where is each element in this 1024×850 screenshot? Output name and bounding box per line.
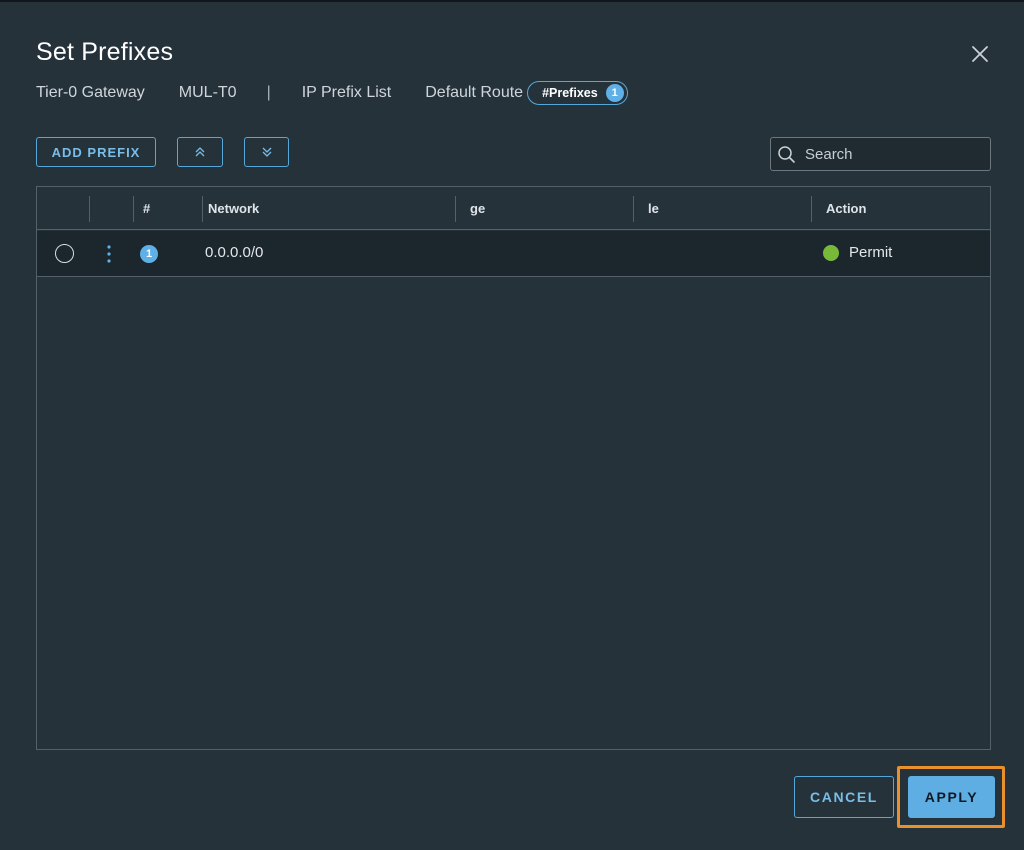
- table-row[interactable]: 1 0.0.0.0/0 Permit: [37, 231, 990, 277]
- double-chevron-up-icon: [195, 147, 205, 157]
- row-number-badge: 1: [140, 245, 158, 263]
- column-header-network[interactable]: Network: [208, 187, 259, 230]
- apply-button[interactable]: APPLY: [908, 776, 995, 818]
- search-icon: [778, 146, 795, 163]
- add-prefix-button[interactable]: ADD PREFIX: [36, 137, 156, 167]
- dialog-title: Set Prefixes: [36, 38, 174, 66]
- move-up-button[interactable]: [177, 137, 223, 167]
- gateway-name: MUL-T0: [178, 84, 237, 101]
- column-divider: [133, 196, 134, 222]
- close-icon[interactable]: [966, 40, 994, 68]
- row-network: 0.0.0.0/0: [205, 244, 264, 261]
- double-chevron-down-icon: [262, 147, 271, 157]
- column-divider: [455, 196, 456, 222]
- table-header: # Network ge le Action: [37, 187, 990, 230]
- column-header-number[interactable]: #: [143, 187, 150, 230]
- permit-status-icon: [823, 244, 839, 261]
- move-down-button[interactable]: [244, 137, 289, 167]
- gateway-label: Tier-0 Gateway: [36, 84, 145, 101]
- column-divider: [89, 196, 90, 222]
- column-header-le[interactable]: le: [648, 187, 659, 230]
- more-options-icon[interactable]: [101, 242, 117, 266]
- prefix-table: # Network ge le Action 1 0.0.0.0/0 Permi…: [36, 186, 991, 750]
- breadcrumb: Tier-0 Gateway MUL-T0 | IP Prefix List D…: [36, 81, 628, 105]
- column-divider: [202, 196, 203, 222]
- breadcrumb-separator: |: [266, 84, 271, 101]
- search-box[interactable]: [770, 137, 991, 171]
- cancel-button[interactable]: CANCEL: [794, 776, 894, 818]
- prefixes-badge-count: 1: [605, 84, 624, 102]
- prefix-list-name: Default Route: [425, 84, 524, 101]
- column-divider: [811, 196, 812, 222]
- prefix-list-label: IP Prefix List: [301, 84, 392, 101]
- prefixes-count-badge: #Prefixes 1: [527, 81, 628, 105]
- row-select-radio[interactable]: [55, 244, 74, 263]
- set-prefixes-dialog: Set Prefixes Tier-0 Gateway MUL-T0 | IP …: [0, 0, 1024, 850]
- column-divider: [633, 196, 634, 222]
- column-header-ge[interactable]: ge: [470, 187, 485, 230]
- row-action-label: Permit: [849, 244, 893, 261]
- prefixes-badge-label: #Prefixes: [542, 86, 598, 100]
- column-header-action[interactable]: Action: [826, 187, 866, 230]
- row-action: Permit: [823, 244, 892, 261]
- search-input[interactable]: [805, 145, 985, 163]
